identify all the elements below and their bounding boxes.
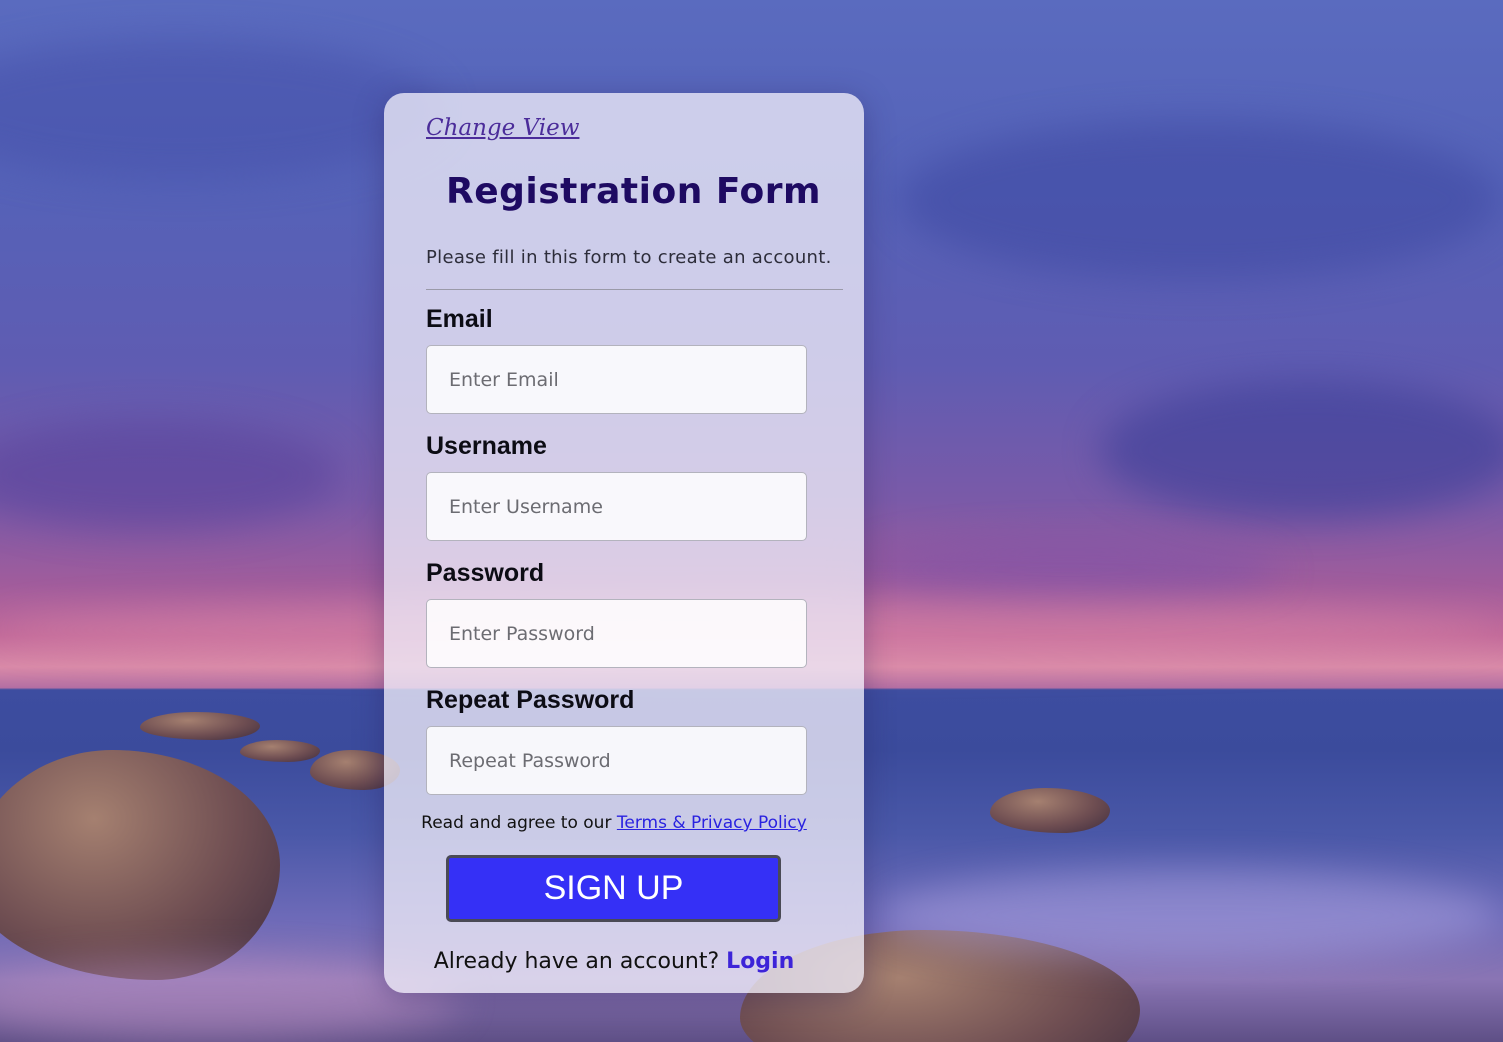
email-input[interactable] [426,345,807,414]
cloud [1100,380,1503,520]
repeat-password-input[interactable] [426,726,807,795]
username-label: Username [426,432,547,460]
terms-prefix: Read and agree to our [421,813,612,833]
login-prefix: Already have an account? [433,949,720,974]
repeat-password-label: Repeat Password [426,686,635,714]
password-input[interactable] [426,599,807,668]
cloud [900,120,1500,280]
form-title: Registration Form [446,171,822,212]
divider [426,289,843,290]
terms-text: Read and agree to our Terms & Privacy Po… [384,813,844,833]
form-subtitle: Please fill in this form to create an ac… [426,247,832,268]
login-prompt: Already have an account? Login [384,949,844,974]
surf [880,870,1500,960]
login-link[interactable]: Login [726,949,794,974]
rock [990,788,1110,833]
password-label: Password [426,559,545,587]
change-view-link[interactable]: Change View [426,115,579,141]
sign-up-button[interactable]: SIGN UP [446,855,781,922]
rock [140,712,260,740]
rock [240,740,320,762]
rock [0,750,280,980]
cloud [0,420,340,530]
terms-privacy-link[interactable]: Terms & Privacy Policy [617,813,807,833]
registration-card: Change View Registration Form Please fil… [384,93,864,993]
cloud [0,40,440,180]
cloud [860,540,1280,600]
username-input[interactable] [426,472,807,541]
email-label: Email [426,305,493,333]
